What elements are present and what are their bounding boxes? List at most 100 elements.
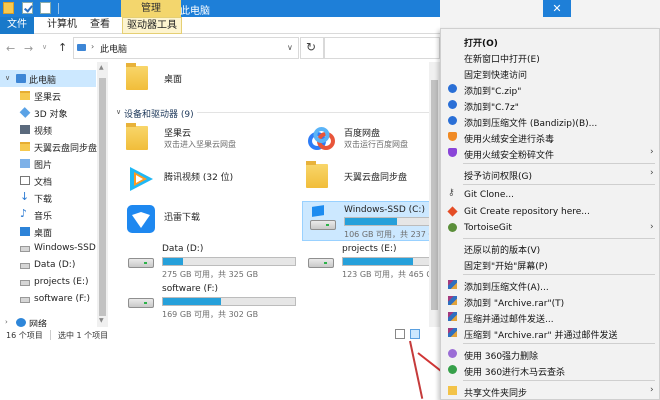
- app-tile-tencent-video[interactable]: 腾讯视频 (32 位): [126, 164, 301, 196]
- breadcrumb[interactable]: 此电脑: [100, 42, 127, 55]
- menu-item-add-c-zip[interactable]: 添加到"C.zip": [441, 81, 659, 97]
- menu-item-open-new-window[interactable]: 在新窗口中打开(E): [441, 49, 659, 65]
- sidebar-item-windows-ssd[interactable]: Windows-SSD (: [0, 240, 102, 257]
- sidebar-item-projects-e[interactable]: projects (E:): [0, 274, 96, 291]
- tiles-view-icon[interactable]: [410, 329, 420, 339]
- menu-item-360-delete[interactable]: 使用 360强力删除: [441, 346, 659, 362]
- content-scrollbar-thumb[interactable]: [431, 80, 438, 310]
- menu-item-add-c-7z[interactable]: 添加到"C.7z": [441, 97, 659, 113]
- menu-item-bandizip-archive[interactable]: 添加到压缩文件 (Bandizip)(B)...: [441, 113, 659, 129]
- divider: [463, 163, 655, 164]
- menu-item-open[interactable]: 打开(O): [441, 33, 659, 49]
- sidebar-item-videos[interactable]: 视频: [0, 121, 96, 138]
- sidebar-item-documents[interactable]: 文档: [0, 172, 96, 189]
- drive-name: Windows-SSD (C:): [344, 205, 425, 215]
- menu-item-huorong-scan[interactable]: 使用火绒安全进行杀毒: [441, 129, 659, 145]
- folder-icon: [126, 126, 156, 156]
- close-button[interactable]: ✕: [543, 0, 571, 17]
- desktop-folder-tile[interactable]: 桌面: [126, 66, 276, 98]
- menu-item-label: 添加到"C.zip": [464, 87, 522, 97]
- menu-item-label: 添加到压缩文件(A)...: [464, 283, 549, 293]
- sidebar-item-tianyi-sync[interactable]: 天翼云盘同步盘: [0, 138, 97, 155]
- drive-tile-c[interactable]: Windows-SSD (C:) 106 GB 可用，共 237 GB: [302, 201, 440, 241]
- expand-arrow-icon[interactable]: ›: [5, 318, 8, 326]
- download-icon: ↓: [20, 190, 30, 203]
- menu-item-winrar-email[interactable]: 压缩并通过邮件发送...: [441, 309, 659, 325]
- sidebar-item-3d-objects[interactable]: 3D 对象: [0, 104, 96, 121]
- drive-tile-d[interactable]: Data (D:) 275 GB 可用，共 325 GB: [124, 244, 300, 284]
- sidebar-item-data-d[interactable]: Data (D:): [0, 257, 96, 274]
- menu-item-winrar-archive-email[interactable]: 压缩到 "Archive.rar" 并通过邮件发送: [441, 325, 659, 341]
- menu-item-grant-access[interactable]: 授予访问权限(G) ›: [441, 166, 659, 182]
- collapse-arrow-icon[interactable]: ∨: [5, 74, 10, 82]
- breadcrumb-separator-icon[interactable]: ›: [91, 42, 94, 51]
- menu-item-pin-quick-access[interactable]: 固定到快速访问: [441, 65, 659, 81]
- sidebar-item-this-pc[interactable]: ∨ 此电脑: [0, 70, 96, 87]
- recent-chevron-icon[interactable]: ∨: [42, 43, 47, 51]
- menu-item-git-clone[interactable]: ⚷ Git Clone...: [441, 187, 659, 203]
- menu-item-huorong-shred[interactable]: 使用火绒安全粉碎文件 ›: [441, 145, 659, 161]
- sidebar-item-downloads[interactable]: ↓ 下载: [0, 189, 96, 206]
- sidebar-item-desktop[interactable]: 桌面: [0, 223, 96, 240]
- tile-name: 百度网盘: [344, 129, 381, 139]
- address-dropdown-icon[interactable]: ∨: [287, 43, 293, 52]
- desktop-background: [0, 341, 440, 400]
- computer-icon: [77, 44, 86, 51]
- sidebar-item-music[interactable]: ♪ 音乐: [0, 206, 96, 223]
- menu-item-restore-versions[interactable]: 还原以前的版本(V): [441, 240, 659, 256]
- sidebar-item-label: Windows-SSD (: [34, 243, 103, 253]
- pictures-icon: [20, 159, 30, 168]
- app-tile-xunlei[interactable]: 迅雷下载: [126, 204, 301, 236]
- folder-icon: [20, 91, 30, 100]
- submenu-arrow-icon: ›: [650, 147, 654, 157]
- tab-view[interactable]: 查看: [89, 17, 111, 34]
- group-header-devices[interactable]: 设备和驱动器 (9): [124, 107, 194, 120]
- divider: [463, 274, 655, 275]
- app-tile-tianyi-sync[interactable]: 天翼云盘同步盘: [306, 164, 436, 196]
- menu-item-share-sync[interactable]: 共享文件夹同步 ›: [441, 383, 659, 399]
- sidebar-item-jianguoyun[interactable]: 坚果云: [0, 87, 96, 104]
- forward-arrow-icon[interactable]: →: [24, 42, 33, 55]
- refresh-icon[interactable]: ↻: [306, 40, 316, 54]
- sidebar-scrollbar-thumb[interactable]: [99, 78, 106, 316]
- back-arrow-icon[interactable]: ←: [6, 42, 15, 55]
- search-input[interactable]: [324, 37, 440, 59]
- menu-item-winrar-add[interactable]: 添加到压缩文件(A)...: [441, 277, 659, 293]
- tile-name: 迅雷下载: [164, 213, 201, 223]
- tencent-video-icon: [126, 164, 156, 194]
- sidebar-item-pictures[interactable]: 图片: [0, 155, 96, 172]
- manage-tab[interactable]: 管理: [121, 0, 181, 17]
- menu-item-360-scan[interactable]: 使用 360进行木马云查杀: [441, 362, 659, 378]
- menu-item-winrar-add-archive[interactable]: 添加到 "Archive.rar"(T): [441, 293, 659, 309]
- sidebar-item-software-f[interactable]: software (F:): [0, 291, 96, 308]
- drive-tile-f[interactable]: software (F:) 169 GB 可用，共 302 GB: [124, 284, 300, 324]
- sidebar-item-label: 音乐: [34, 212, 53, 222]
- item-count: 16 个项目: [6, 331, 43, 340]
- tab-computer[interactable]: 计算机: [44, 17, 80, 34]
- group-collapse-icon[interactable]: ∨: [116, 108, 121, 116]
- scroll-down-icon[interactable]: ▼: [99, 317, 104, 324]
- app-tile-baidu-netdisk[interactable]: 百度网盘 双击运行百度网盘: [306, 126, 436, 158]
- network-icon: [16, 318, 26, 327]
- new-folder-icon[interactable]: [40, 2, 51, 14]
- details-view-icon[interactable]: [395, 329, 405, 339]
- menu-item-label: 压缩并通过邮件发送...: [464, 315, 554, 325]
- menu-item-label: 共享文件夹同步: [464, 389, 528, 399]
- menu-item-label: TortoiseGit: [464, 223, 512, 233]
- menu-item-git-create-repo[interactable]: Git Create repository here...: [441, 204, 659, 220]
- submenu-arrow-icon: ›: [650, 222, 654, 232]
- tab-drive-tools[interactable]: 驱动器工具: [122, 17, 182, 34]
- tab-file[interactable]: 文件: [0, 17, 34, 34]
- properties-icon[interactable]: [22, 2, 33, 14]
- up-arrow-icon[interactable]: ↑: [58, 41, 67, 54]
- app-tile-jianguoyun[interactable]: 坚果云 双击进入坚果云网盘: [126, 126, 301, 158]
- menu-item-tortoisegit[interactable]: TortoiseGit ›: [441, 220, 659, 236]
- documents-icon: [20, 176, 30, 185]
- key-icon: ⚷: [448, 188, 455, 198]
- scroll-up-icon[interactable]: ▲: [99, 64, 104, 71]
- divider: [463, 380, 655, 381]
- drive-tile-e[interactable]: projects (E:) 123 GB 可用，共 465 GB: [304, 244, 440, 284]
- share-folder-icon: [448, 386, 457, 395]
- menu-item-pin-start[interactable]: 固定到"开始"屏幕(P): [441, 256, 659, 272]
- drive-icon: [20, 263, 30, 269]
